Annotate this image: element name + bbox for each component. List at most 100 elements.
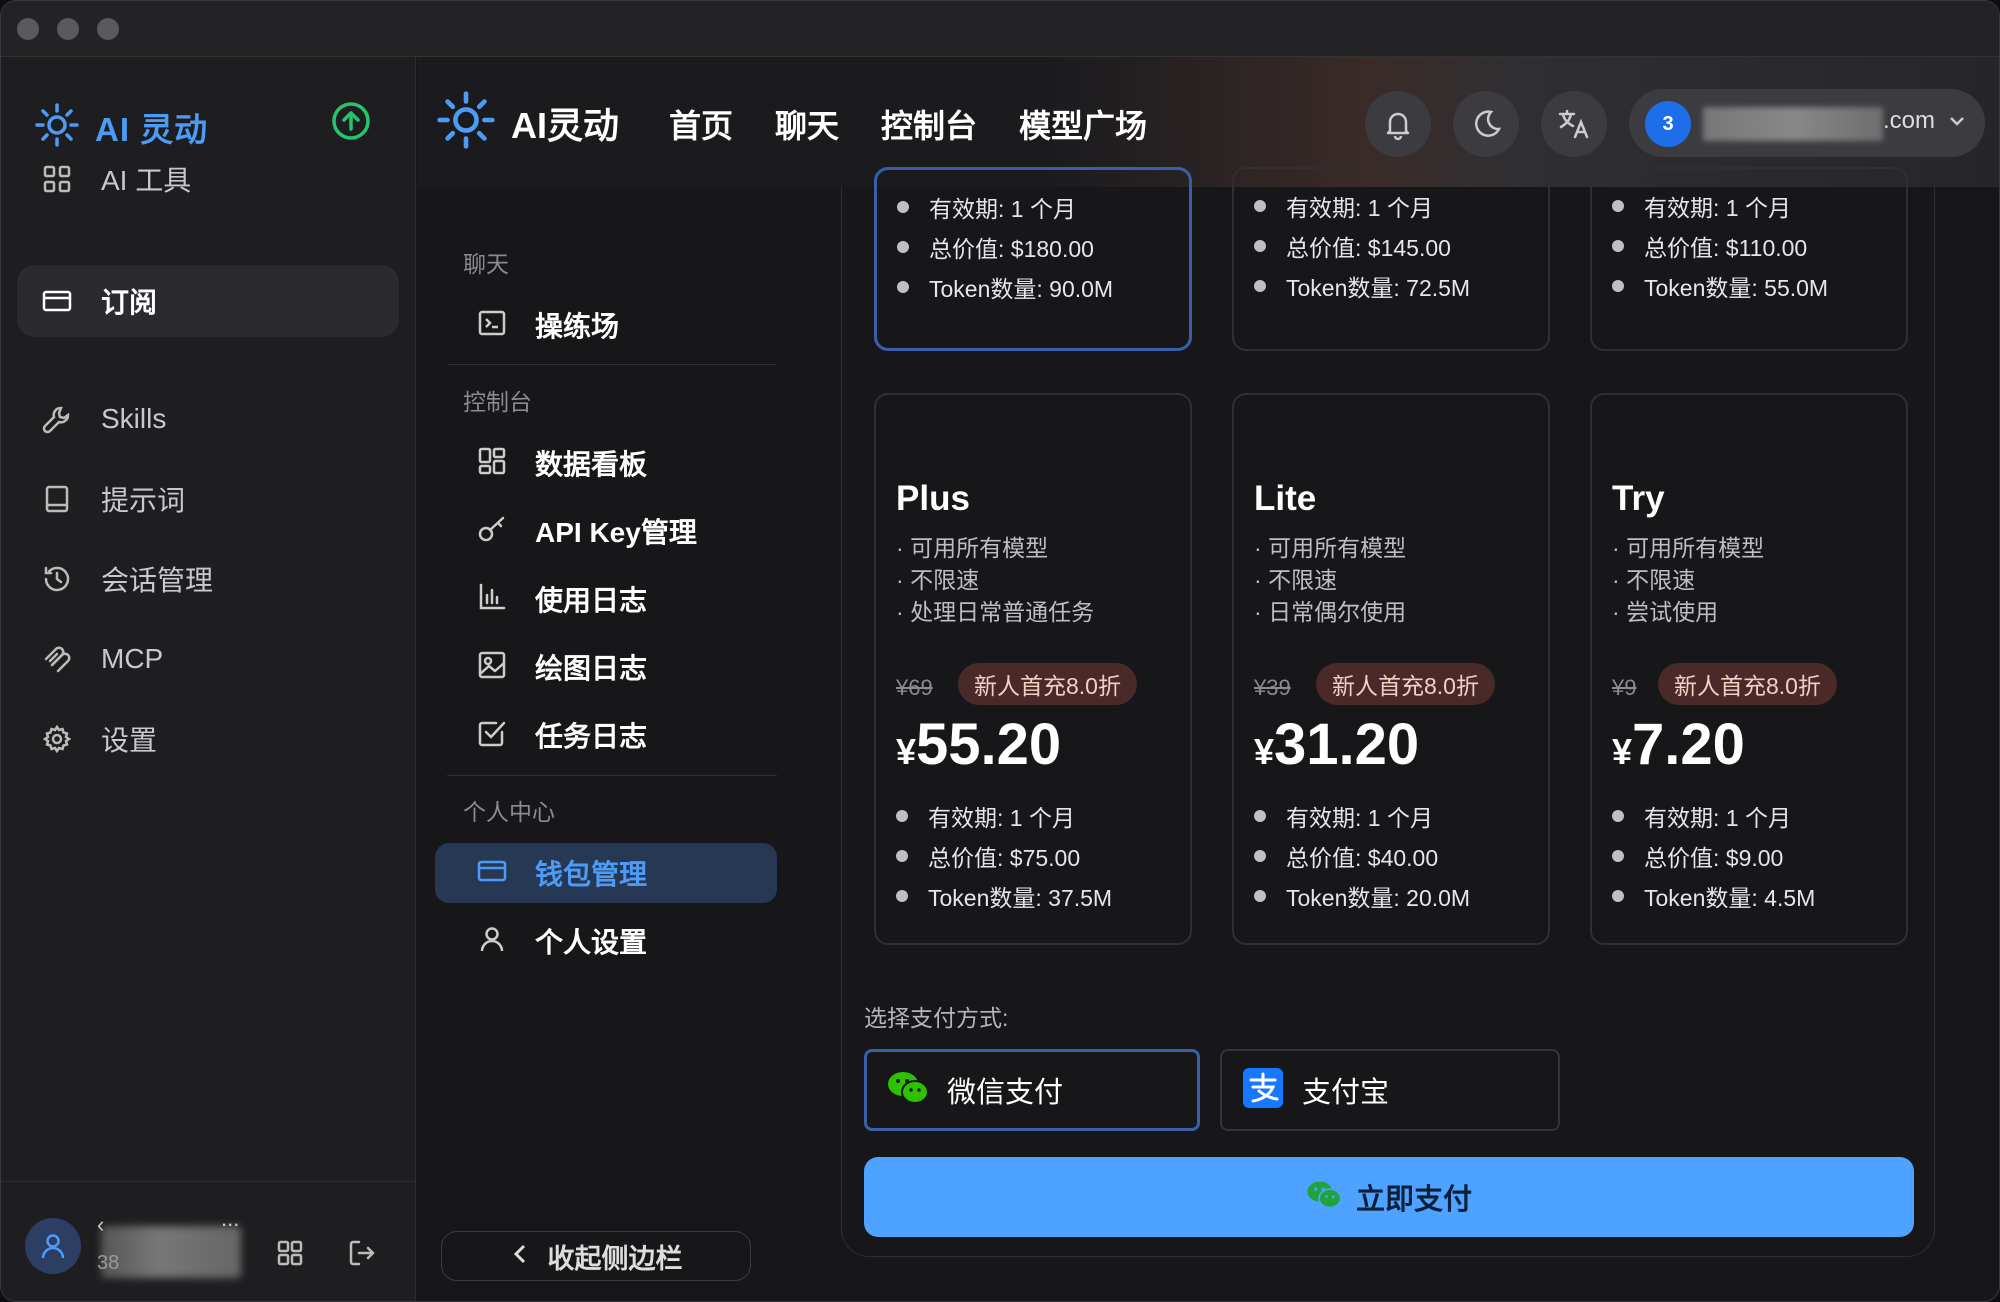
card-icon: [41, 285, 73, 317]
promo-badge: 新人首充8.0折: [958, 663, 1137, 705]
payment-option-alipay[interactable]: 支付宝: [1220, 1049, 1560, 1131]
secondary-sidebar: 聊天 操练场 控制台 数据看板 API Key管理 使用日志 绘图日志 任务日志…: [417, 187, 837, 1301]
checkbox-icon: [477, 718, 507, 753]
apps-icon[interactable]: [275, 1238, 305, 1268]
plan-tokens: Token数量: 37.5M: [928, 885, 1113, 911]
account-badge: 3: [1645, 101, 1691, 147]
top-brand[interactable]: AI灵动: [437, 91, 619, 154]
nav-chat[interactable]: 聊天: [775, 101, 839, 147]
subnav-item-label: 任务日志: [535, 721, 648, 752]
subnav-item-usage-log[interactable]: 使用日志: [435, 569, 777, 629]
promo-badge: 新人首充8.0折: [1658, 663, 1837, 705]
image-icon: [477, 650, 507, 685]
minimize-window-button[interactable]: [57, 18, 79, 40]
notifications-button[interactable]: [1365, 91, 1431, 157]
plan-validity: 有效期: 1 个月: [1644, 195, 1791, 221]
theme-toggle-button[interactable]: [1453, 91, 1519, 157]
top-brand-label: AI灵动: [511, 104, 620, 146]
plan-validity: 有效期: 1 个月: [1644, 805, 1791, 831]
sidebar-item-label: 提示词: [101, 485, 186, 516]
upgrade-arrow-icon[interactable]: [331, 101, 371, 141]
subnav-item-label: 钱包管理: [535, 859, 648, 890]
subnav-item-label: 绘图日志: [535, 653, 648, 684]
zoom-window-button[interactable]: [97, 18, 119, 40]
plan-tokens: Token数量: 72.5M: [1286, 275, 1471, 301]
plan-validity: 有效期: 1 个月: [928, 805, 1075, 831]
account-domain: .com: [1883, 107, 1936, 134]
sidebar-item-subscription[interactable]: 订阅: [17, 265, 399, 337]
plan-validity: 有效期: 1 个月: [1286, 195, 1433, 221]
subnav-item-playground[interactable]: 操练场: [435, 295, 777, 355]
subnav-item-api-keys[interactable]: API Key管理: [435, 501, 777, 561]
plan-card-try[interactable]: Try · 可用所有模型 · 不限速 · 尝试使用 ¥9 新人首充8.0折 ¥7…: [1590, 393, 1908, 945]
subnav-item-profile[interactable]: 个人设置: [435, 911, 777, 971]
plan-card-plus[interactable]: Plus · 可用所有模型 · 不限速 · 处理日常普通任务 ¥69 新人首充8…: [874, 393, 1192, 945]
wechat-icon: [1306, 1180, 1342, 1215]
payment-method-title: 选择支付方式:: [864, 1005, 1009, 1031]
subnav-item-label: API Key管理: [535, 517, 697, 548]
account-menu[interactable]: 3 .com: [1629, 89, 1985, 157]
plan-validity: 有效期: 1 个月: [929, 196, 1076, 222]
subnav-item-label: 操练场: [535, 311, 620, 342]
nav-home[interactable]: 首页: [669, 101, 733, 147]
sidebar-item-prompts[interactable]: 提示词: [17, 463, 399, 535]
subnav-item-drawing-log[interactable]: 绘图日志: [435, 637, 777, 697]
user-name: ‹: [97, 1212, 105, 1237]
sidebar-item-sessions[interactable]: 会话管理: [17, 543, 399, 615]
pay-now-label: 立即支付: [1355, 1184, 1472, 1216]
user-icon: [477, 924, 507, 959]
plan-feature: · 不限速: [896, 567, 980, 593]
plan-feature: · 可用所有模型: [896, 535, 1049, 561]
plan-name: Plus: [896, 479, 970, 518]
nav-model-square[interactable]: 模型广场: [1019, 101, 1147, 147]
gear-icon: [41, 723, 73, 755]
collapse-sidebar-label: 收起侧边栏: [547, 1243, 683, 1274]
sidebar-item-skills[interactable]: Skills: [17, 383, 399, 455]
payment-option-wechat[interactable]: 微信支付: [864, 1049, 1200, 1131]
pay-now-button[interactable]: 立即支付: [864, 1157, 1914, 1237]
plan-total: 总价值: $40.00: [1286, 845, 1439, 871]
sidebar-item-mcp[interactable]: MCP: [17, 623, 399, 695]
moon-icon: [1475, 110, 1502, 137]
avatar[interactable]: [25, 1218, 81, 1274]
wallet-panel: 有效期: 1 个月 总价值: $180.00 Token数量: 90.0M 有效…: [841, 167, 1935, 1257]
plan-card-top-1[interactable]: 有效期: 1 个月 总价值: $180.00 Token数量: 90.0M: [874, 167, 1192, 351]
nav-console[interactable]: 控制台: [881, 101, 977, 147]
sun-logo-icon: [437, 91, 495, 154]
book-icon: [41, 483, 73, 515]
plan-feature: · 可用所有模型: [1612, 535, 1765, 561]
subnav-item-dashboard[interactable]: 数据看板: [435, 433, 777, 493]
plan-name: Lite: [1254, 479, 1317, 518]
bar-chart-icon: [477, 582, 507, 617]
sidebar-item-label: AI 工具: [101, 165, 192, 196]
subnav-item-label: 使用日志: [535, 585, 648, 616]
collapse-sidebar-button[interactable]: 收起侧边栏: [441, 1231, 751, 1281]
plan-total: 总价值: $110.00: [1644, 235, 1808, 261]
plan-feature: · 不限速: [1254, 567, 1338, 593]
plan-validity: 有效期: 1 个月: [1286, 805, 1433, 831]
subnav-item-wallet[interactable]: 钱包管理: [435, 843, 777, 903]
sidebar-item-ai-tools[interactable]: AI 工具: [17, 143, 399, 215]
plan-card-top-2[interactable]: 有效期: 1 个月 总价值: $145.00 Token数量: 72.5M: [1232, 167, 1550, 351]
mcp-icon: [41, 643, 73, 675]
payment-option-label: 支付宝: [1302, 1077, 1390, 1109]
logout-icon[interactable]: [347, 1238, 377, 1268]
user-id: 38: [97, 1252, 120, 1274]
user-more[interactable]: ...: [221, 1206, 239, 1232]
language-button[interactable]: [1541, 91, 1607, 157]
section-title-personal: 个人中心: [463, 799, 555, 825]
promo-badge: 新人首充8.0折: [1316, 663, 1495, 705]
plan-card-lite[interactable]: Lite · 可用所有模型 · 不限速 · 日常偶尔使用 ¥39 新人首充8.0…: [1232, 393, 1550, 945]
user-name-redacted: [101, 1226, 241, 1278]
divider: [447, 364, 777, 365]
plan-tokens: Token数量: 55.0M: [1644, 275, 1829, 301]
subnav-item-task-log[interactable]: 任务日志: [435, 705, 777, 765]
sidebar-item-settings[interactable]: 设置: [17, 703, 399, 775]
close-window-button[interactable]: [17, 18, 39, 40]
plan-price: ¥31.20: [1254, 712, 1420, 777]
alipay-icon: [1242, 1067, 1284, 1114]
plan-card-top-3[interactable]: 有效期: 1 个月 总价值: $110.00 Token数量: 55.0M: [1590, 167, 1908, 351]
bell-icon: [1386, 112, 1410, 141]
plan-price: ¥7.20: [1612, 712, 1745, 777]
user-icon: [41, 1234, 65, 1259]
